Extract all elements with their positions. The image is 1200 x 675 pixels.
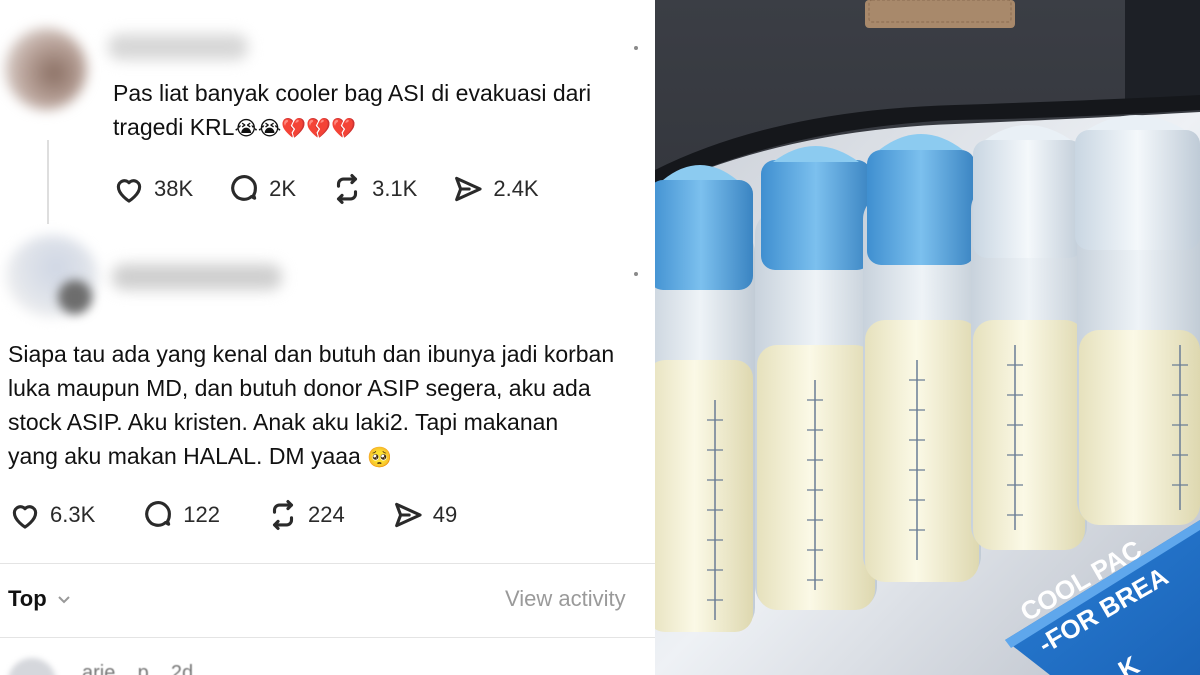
post-line: Siapa tau ada yang kenal dan butuh dan i… (8, 341, 615, 367)
repost-icon (272, 499, 294, 531)
post-emojis: 😭😭💔💔💔 (234, 116, 356, 140)
post-text: Pas liat banyak cooler bag ASI di evakua… (113, 76, 633, 145)
like-count: 38K (154, 176, 194, 201)
like-button[interactable]: 38K (112, 172, 193, 206)
repost-count: 224 (307, 502, 345, 527)
repost-button[interactable]: 3.1K (330, 172, 417, 206)
thread-feed: Pas liat banyak cooler bag ASI di evakua… (0, 0, 655, 675)
share-count: 49 (432, 502, 458, 527)
heart-icon (116, 179, 142, 203)
milk-bottles-photo: COOL PAC -FOR BREA K (655, 0, 1200, 675)
avatar-badge (58, 280, 92, 314)
share-icon (394, 502, 422, 528)
sort-label: Top (8, 586, 47, 611)
like-count: 6.3K (50, 502, 96, 527)
reply-count: 122 (183, 502, 220, 527)
share-icon (455, 176, 482, 202)
divider (0, 637, 655, 638)
avatar[interactable] (5, 28, 87, 110)
reply-button[interactable]: 122 (141, 498, 220, 532)
photo-illustration: COOL PAC -FOR BREA K (655, 0, 1200, 675)
share-count: 2.4K (493, 176, 539, 201)
repost-icon (337, 173, 358, 205)
heart-icon (12, 505, 38, 529)
share-button[interactable]: 2.4K (451, 172, 539, 206)
like-button[interactable]: 6.3K (8, 498, 95, 532)
avatar[interactable] (8, 658, 56, 675)
thread-connector-line (47, 140, 49, 224)
reply-username[interactable]: arie....p... 2d (82, 662, 193, 675)
reply-button[interactable]: 2K (227, 172, 296, 206)
divider (0, 563, 655, 564)
more-dots-icon[interactable] (634, 272, 638, 276)
reply-icon (231, 175, 258, 201)
username-blurred[interactable] (108, 34, 248, 60)
repost-button[interactable]: 224 (266, 498, 345, 532)
post-actions: 38K 2K 3.1K 2.4K (112, 172, 573, 206)
username-blurred[interactable] (112, 264, 282, 290)
post-actions: 6.3K 122 224 49 (8, 498, 503, 532)
post-line: stock ASIP. Aku kristen. Anak aku laki2.… (8, 409, 559, 435)
sort-dropdown[interactable]: Top (8, 586, 73, 612)
view-activity-link[interactable]: View activity (505, 586, 626, 612)
post-line: yang aku makan HALAL. DM yaaa (8, 443, 361, 469)
post-emoji: 🥺 (367, 445, 393, 469)
more-dots-icon[interactable] (634, 46, 638, 50)
chevron-down-icon (55, 590, 73, 608)
reply-count: 2K (269, 176, 297, 201)
post-line: luka maupun MD, dan butuh donor ASIP seg… (8, 375, 591, 401)
post-text: Siapa tau ada yang kenal dan butuh dan i… (8, 337, 648, 474)
reply-icon (145, 501, 172, 527)
repost-count: 3.1K (372, 176, 418, 201)
share-button[interactable]: 49 (391, 498, 457, 532)
